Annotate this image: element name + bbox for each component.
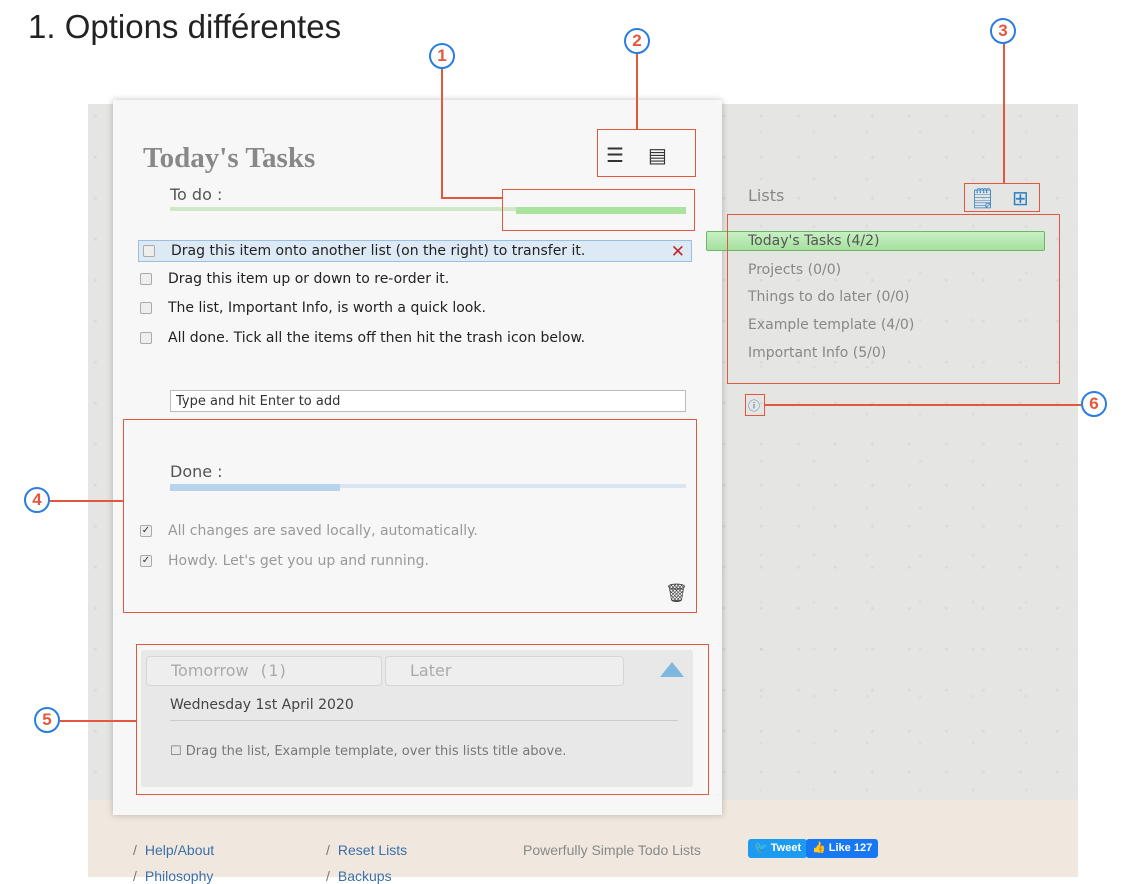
reset-lists-link[interactable]: / Reset Lists — [326, 842, 407, 858]
annotation-box-5 — [136, 644, 709, 795]
task-checkbox[interactable] — [143, 245, 155, 257]
add-item-input[interactable] — [170, 390, 686, 412]
tagline: Powerfully Simple Todo Lists — [523, 842, 701, 858]
close-icon[interactable]: ✕ — [671, 242, 685, 262]
annotation-box-1 — [502, 189, 695, 231]
annotation-box-6 — [745, 394, 765, 416]
task-item[interactable]: The list, Important Info, is worth a qui… — [140, 297, 486, 319]
annotation-box-3 — [964, 183, 1040, 212]
annotation-badge-5: 5 — [34, 707, 60, 733]
list-title[interactable]: Today's Tasks — [143, 142, 315, 175]
help-link[interactable]: / Help/About — [133, 842, 214, 858]
annotation-box-2 — [597, 129, 696, 177]
annotation-box-4 — [123, 419, 697, 613]
annotation-badge-4: 4 — [24, 487, 50, 513]
backups-link[interactable]: / Backups — [326, 868, 392, 884]
philosophy-link[interactable]: / Philosophy — [133, 868, 213, 884]
task-checkbox[interactable] — [140, 302, 152, 314]
task-item[interactable]: Drag this item onto another list (on the… — [138, 240, 692, 262]
annotation-box-lists — [727, 214, 1060, 384]
annotation-badge-3: 3 — [990, 18, 1016, 44]
page-heading: 1. Options différentes — [28, 8, 342, 45]
task-checkbox[interactable] — [140, 332, 152, 344]
task-checkbox[interactable] — [140, 273, 152, 285]
annotation-badge-1: 1 — [429, 43, 455, 69]
annotation-badge-6: 6 — [1081, 391, 1107, 417]
lists-header: Lists — [748, 186, 785, 205]
todo-label: To do : — [170, 185, 223, 204]
task-item[interactable]: All done. Tick all the items off then hi… — [140, 327, 585, 349]
annotation-badge-2: 2 — [624, 28, 650, 54]
like-button[interactable]: 👍 Like 127 — [806, 839, 879, 858]
task-item[interactable]: Drag this item up or down to re-order it… — [140, 268, 449, 290]
tweet-button[interactable]: 🐦 Tweet — [748, 839, 808, 858]
